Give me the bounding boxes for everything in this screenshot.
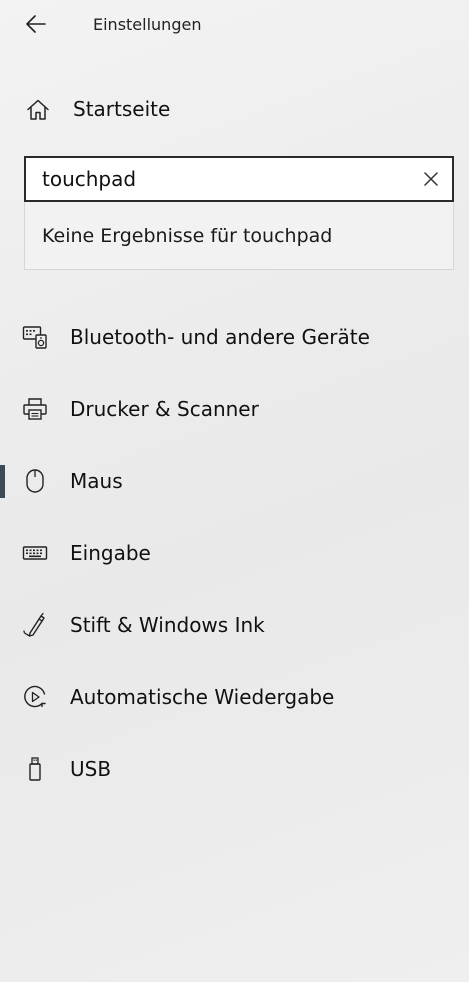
nav-item-typing[interactable]: Eingabe <box>0 525 469 581</box>
selected-indicator <box>0 465 5 498</box>
pen-icon <box>22 612 48 638</box>
keyboard-icon <box>22 540 48 566</box>
app-title: Einstellungen <box>93 15 202 34</box>
nav-item-label: USB <box>70 757 112 781</box>
home-label: Startseite <box>73 97 171 121</box>
home-icon <box>26 98 50 122</box>
search-suggestions: Keine Ergebnisse für touchpad <box>24 202 454 270</box>
nav-item-label: Drucker & Scanner <box>70 397 259 421</box>
nav-item-label: Automatische Wiedergabe <box>70 685 335 709</box>
printer-icon <box>22 396 48 422</box>
back-button[interactable] <box>22 10 50 38</box>
nav-item-printers[interactable]: Drucker & Scanner <box>0 381 469 437</box>
clear-search-button[interactable] <box>420 168 442 190</box>
usb-icon <box>22 756 48 782</box>
nav-item-pen[interactable]: Stift & Windows Ink <box>0 597 469 653</box>
mouse-icon <box>22 468 48 494</box>
no-results-text: Keine Ergebnisse für touchpad <box>42 225 333 247</box>
arrow-left-icon <box>26 15 46 33</box>
autoplay-icon <box>22 684 48 710</box>
search-box <box>24 156 454 202</box>
nav-item-label: Maus <box>70 469 123 493</box>
nav-item-label: Eingabe <box>70 541 151 565</box>
nav-item-mouse[interactable]: Maus <box>0 453 469 509</box>
title-bar: Einstellungen <box>0 0 469 50</box>
close-icon <box>424 172 438 186</box>
nav-item-autoplay[interactable]: Automatische Wiedergabe <box>0 669 469 725</box>
search-input[interactable] <box>42 165 412 193</box>
bluetooth-devices-icon <box>22 324 48 350</box>
nav-item-label: Bluetooth- und andere Geräte <box>70 325 370 349</box>
home-nav-item[interactable]: Startseite <box>0 88 469 132</box>
nav-item-label: Stift & Windows Ink <box>70 613 265 637</box>
nav-item-usb[interactable]: USB <box>0 741 469 797</box>
nav-item-bluetooth[interactable]: Bluetooth- und andere Geräte <box>0 309 469 365</box>
